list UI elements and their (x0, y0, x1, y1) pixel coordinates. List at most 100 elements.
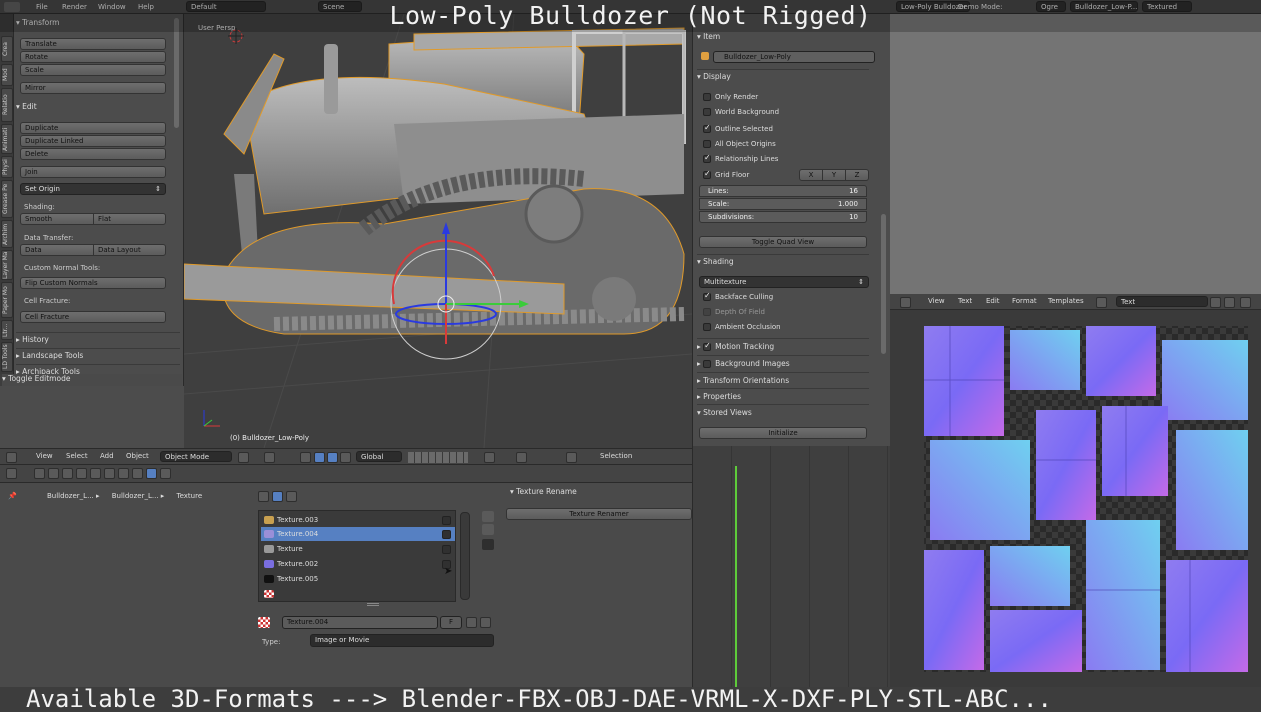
transform-orientations-header[interactable]: ▸ Transform Orientations (697, 376, 789, 385)
edit-panel-header[interactable]: ▾ Edit (16, 102, 180, 114)
text-datablock-field[interactable]: Text (1116, 296, 1208, 307)
list-item[interactable] (261, 587, 455, 601)
layer-buttons[interactable] (408, 452, 468, 463)
grid-subdivisions-field[interactable]: Subdivisions: 10 (699, 211, 867, 223)
all-object-origins-checkbox[interactable]: All Object Origins (703, 140, 776, 148)
timeline-editor[interactable] (692, 446, 891, 687)
tab-create[interactable]: Crea (1, 36, 13, 62)
translate-button[interactable]: Translate (20, 38, 166, 50)
list-add-icon[interactable] (482, 524, 494, 535)
duplicate-linked-button[interactable]: Duplicate Linked (20, 135, 166, 147)
templates-menu[interactable]: Templates (1048, 297, 1084, 308)
texture-context-world[interactable] (258, 491, 269, 502)
object-mode-select[interactable]: Object Mode (160, 451, 232, 462)
translate-manipulator[interactable] (314, 452, 325, 463)
rotate-button[interactable]: Rotate (20, 51, 166, 63)
list-item[interactable]: Texture.004 (261, 527, 455, 541)
item-panel-header[interactable]: ▾ Item (697, 32, 720, 41)
unlink-icon[interactable] (480, 617, 491, 628)
world-tab-icon[interactable] (62, 468, 73, 479)
grid-axis-y-toggle[interactable]: Y (822, 169, 846, 181)
landscape-tools-header[interactable]: ▸ Landscape Tools (16, 348, 180, 360)
grid-axis-x-toggle[interactable]: X (799, 169, 823, 181)
background-images-header[interactable]: ▸ Background Images (697, 359, 790, 368)
list-move-icon[interactable] (482, 539, 494, 550)
npanel-scrollbar[interactable] (881, 214, 886, 354)
properties-editor-type[interactable] (6, 468, 17, 479)
smooth-button[interactable]: Smooth (20, 213, 94, 225)
render-tab-icon[interactable] (34, 468, 45, 479)
tab-ld-tools[interactable]: LD Tools (1, 342, 13, 372)
texture-enabled-toggle[interactable] (442, 545, 451, 554)
view-menu[interactable]: View (928, 297, 945, 308)
texture-enabled-toggle[interactable] (442, 530, 451, 539)
rotate-manipulator[interactable] (327, 452, 338, 463)
scale-manipulator[interactable] (340, 452, 351, 463)
ambient-occlusion-checkbox[interactable]: Ambient Occlusion (703, 323, 781, 331)
depth-of-field-checkbox[interactable]: Depth Of Field (703, 308, 765, 316)
only-render-checkbox[interactable]: Only Render (703, 93, 758, 101)
texture-context-material[interactable] (272, 491, 283, 502)
render-preview-button[interactable] (566, 452, 577, 463)
texture-type-select[interactable]: Image or Movie (310, 634, 494, 647)
viewport-shading-button[interactable] (238, 452, 249, 463)
scene-tab-icon[interactable] (48, 468, 59, 479)
cell-fracture-button[interactable]: Cell Fracture (20, 311, 166, 323)
data-tab-icon[interactable] (118, 468, 129, 479)
scale-button[interactable]: Scale (20, 64, 166, 76)
datablock-browse-icon[interactable] (1096, 297, 1107, 308)
set-origin-menu[interactable]: Set Origin ⇕ (20, 183, 166, 195)
editor-type-button[interactable] (6, 452, 17, 463)
view-menu[interactable]: View (36, 452, 53, 463)
list-scroll-up-icon[interactable] (482, 511, 494, 522)
text-menu[interactable]: Text (958, 297, 972, 308)
tab-modeling[interactable]: Mod (1, 64, 13, 86)
format-menu[interactable]: Format (1012, 297, 1037, 308)
open-text-icon[interactable] (1224, 297, 1235, 308)
object-name-field[interactable]: Bulldozer_Low-Poly (713, 51, 875, 63)
properties-header[interactable]: ▸ Properties (697, 392, 741, 401)
delete-button[interactable]: Delete (20, 148, 166, 160)
texture-enabled-toggle[interactable] (442, 516, 451, 525)
texture-context-brush[interactable] (286, 491, 297, 502)
shading-panel-header[interactable]: ▾ Shading (697, 257, 734, 266)
grid-scale-field[interactable]: Scale: 1.000 (699, 198, 867, 210)
particles-tab-icon[interactable] (160, 468, 171, 479)
initialize-button[interactable]: Initialize (699, 427, 867, 439)
tab-relations[interactable]: Relatio (1, 88, 13, 122)
stored-views-header[interactable]: ▾ Stored Views (697, 408, 752, 417)
grid-lines-field[interactable]: Lines: 16 (699, 185, 867, 197)
tab-physics[interactable]: Physi (1, 156, 13, 178)
constraints-tab-icon[interactable] (90, 468, 101, 479)
object-menu[interactable]: Object (126, 452, 149, 463)
mirror-button[interactable]: Mirror (20, 82, 166, 94)
new-texture-icon[interactable] (466, 617, 477, 628)
texture-name-field[interactable]: Texture.004 (282, 616, 438, 629)
unlink-text-icon[interactable] (1240, 297, 1251, 308)
flip-custom-normals-button[interactable]: Flip Custom Normals (20, 277, 166, 289)
object-tab-icon[interactable] (76, 468, 87, 479)
tab-animation[interactable]: Animati (1, 124, 13, 154)
tab-grease-pencil[interactable]: Grease Pe (1, 180, 13, 218)
editor-type-button[interactable] (900, 297, 911, 308)
pivot-point-button[interactable] (264, 452, 275, 463)
3d-viewport[interactable]: User Persp (0) Bulldozer_Low-Poly (184, 14, 692, 448)
tab-ltr[interactable]: Ltr... (1, 320, 13, 340)
grid-floor-checkbox[interactable]: Grid Floor (703, 169, 749, 179)
fake-user-button[interactable]: F (440, 616, 462, 629)
edit-menu[interactable]: Edit (986, 297, 1000, 308)
relationship-lines-checkbox[interactable]: Relationship Lines (703, 153, 778, 163)
manipulator-toggle[interactable] (300, 452, 311, 463)
data-layout-button[interactable]: Data Layout (93, 244, 166, 256)
outline-selected-checkbox[interactable]: Outline Selected (703, 123, 773, 133)
motion-tracking-header[interactable]: ▸ Motion Tracking (697, 341, 774, 351)
toggle-quad-view-button[interactable]: Toggle Quad View (699, 236, 867, 248)
snap-button[interactable] (516, 452, 527, 463)
texture-renamer-button[interactable]: Texture Renamer (506, 508, 692, 520)
proportional-edit-button[interactable] (484, 452, 495, 463)
list-scrollbar[interactable] (460, 512, 470, 600)
image-editor[interactable] (890, 310, 1261, 687)
transform-orientation-select[interactable]: Global (356, 451, 402, 462)
join-button[interactable]: Join (20, 166, 166, 178)
add-menu[interactable]: Add (100, 452, 114, 463)
